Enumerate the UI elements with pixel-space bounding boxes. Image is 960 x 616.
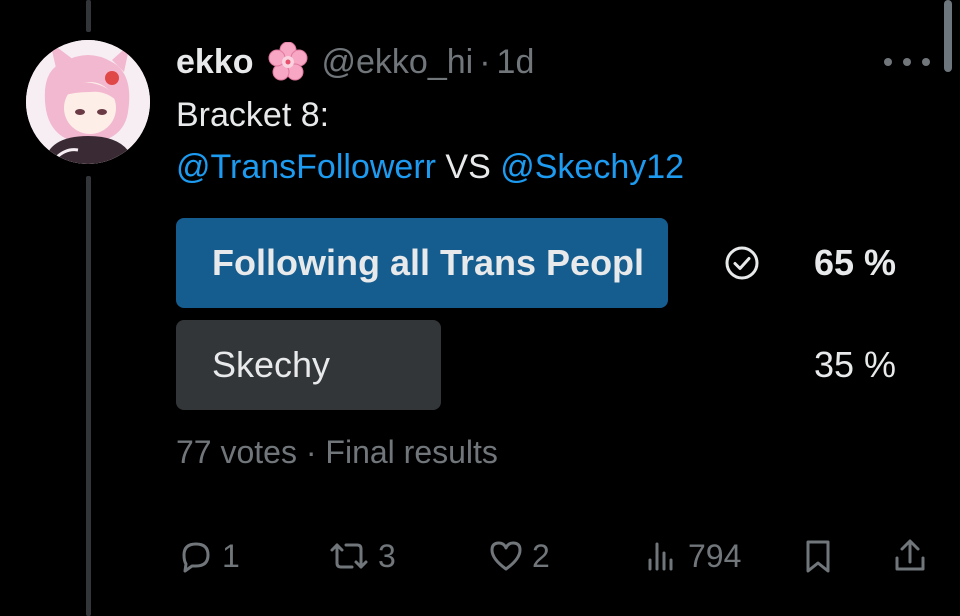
poll-option-winner: Following all Trans Peopl 65 % (176, 218, 896, 308)
view-count: 794 (688, 537, 742, 574)
analytics-icon (642, 536, 682, 576)
reply-count: 1 (222, 537, 240, 574)
poll-option-percent: 65 % (813, 242, 896, 283)
poll-meta: 77 votes · Final results (176, 434, 498, 471)
more-options-icon[interactable] (884, 48, 930, 76)
thread-line-top (86, 0, 91, 32)
more-dot (884, 58, 892, 66)
repost-button[interactable]: 3 (326, 532, 396, 580)
repost-icon (326, 536, 372, 576)
share-icon (890, 536, 930, 576)
poll-votes: 77 votes (176, 434, 297, 470)
thread-line (86, 176, 91, 616)
reply-icon (176, 536, 216, 576)
more-dot (922, 58, 930, 66)
timestamp[interactable]: 1d (497, 43, 535, 82)
poll-option-label: Skechy (212, 344, 331, 385)
author-name[interactable]: ekko (176, 43, 254, 82)
cherry-blossom-emoji-icon (268, 41, 308, 82)
views-button[interactable]: 794 (642, 532, 741, 580)
share-button[interactable] (890, 532, 930, 580)
more-dot (903, 58, 911, 66)
mention-link[interactable]: @Skechy12 (500, 148, 684, 186)
mention-link[interactable]: @TransFollowerr (176, 148, 436, 186)
poll-option-label: Following all Trans Peopl (212, 242, 645, 283)
repost-count: 3 (378, 537, 396, 574)
header-separator: · (479, 42, 491, 81)
reply-button[interactable]: 1 (176, 532, 240, 580)
like-button[interactable]: 2 (486, 532, 550, 580)
tweet-header: ekko @ekko_hi · 1d (176, 40, 534, 84)
poll-status: Final results (325, 434, 498, 470)
tweet-text-line-1: Bracket 8: (176, 96, 330, 134)
bookmark-button[interactable] (798, 532, 838, 580)
vs-text: VS (435, 148, 501, 186)
heart-icon (486, 536, 526, 576)
author-handle[interactable]: @ekko_hi (322, 43, 474, 82)
poll-meta-separator: · (305, 434, 317, 470)
bookmark-icon (798, 536, 838, 576)
avatar[interactable] (26, 40, 150, 164)
poll-option: Skechy 35 % (176, 320, 896, 410)
like-count: 2 (532, 537, 550, 574)
poll-option-percent: 35 % (813, 344, 896, 385)
tweet-text-line-2: @TransFollowerr VS @Skechy12 (176, 148, 684, 187)
checkmark-circle-icon (724, 245, 760, 281)
scrollbar[interactable] (944, 0, 952, 72)
